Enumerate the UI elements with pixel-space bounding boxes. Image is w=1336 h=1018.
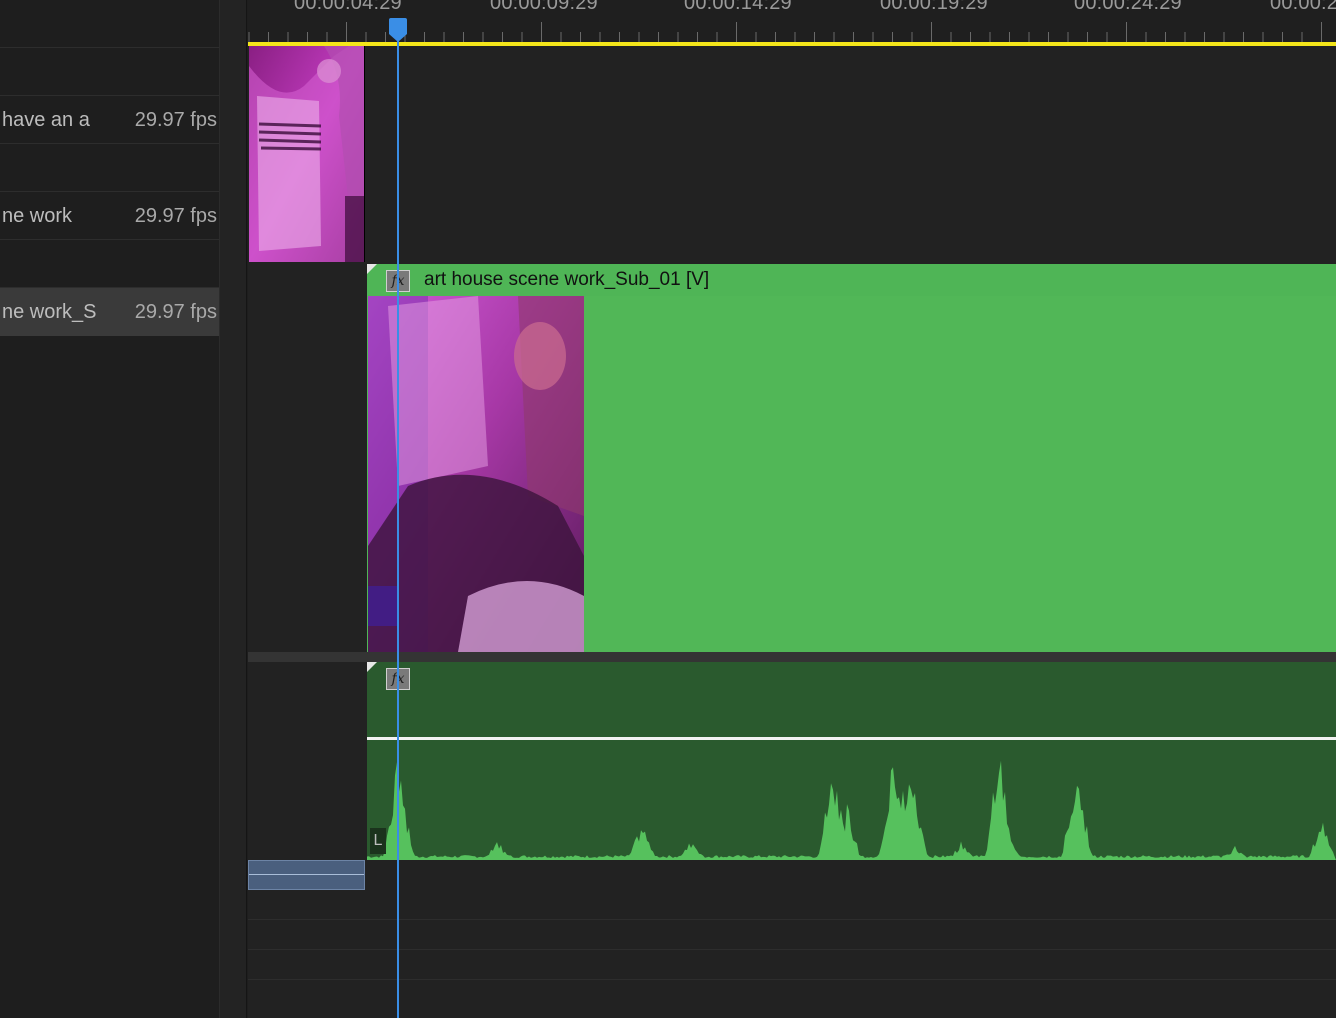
track-divider[interactable] [248, 652, 1336, 662]
clip-frame-image [249, 46, 364, 262]
clip-name-label: art house scene work_Sub_01 [V] [424, 269, 710, 290]
waveform-shape [367, 760, 1336, 860]
project-item-name: ne work [2, 205, 73, 227]
timecode-label: 00:00:09:29 [490, 0, 598, 14]
project-item-name: ne work_S [2, 301, 97, 323]
project-item-row[interactable] [0, 144, 219, 192]
graphic-clip[interactable] [248, 860, 365, 890]
timecode-label: 00:00:2 [1270, 0, 1336, 14]
audio-clip[interactable]: fx L [367, 662, 1336, 860]
empty-track[interactable] [248, 920, 1336, 950]
project-item-fps: 29.97 fps [134, 301, 217, 323]
empty-track[interactable] [248, 890, 1336, 920]
empty-track[interactable] [248, 950, 1336, 980]
project-item-row[interactable] [0, 0, 219, 48]
project-item-row[interactable] [0, 48, 219, 96]
project-item-row[interactable]: ne work 29.97 fps [0, 192, 219, 240]
project-item-fps: 29.97 fps [134, 109, 217, 131]
project-item-fps: 29.97 fps [134, 205, 217, 227]
project-item-name: have an a [2, 109, 90, 131]
project-item-row[interactable]: have an a 29.97 fps [0, 96, 219, 144]
video-clip-thumbnail [368, 296, 584, 652]
channel-label: L [370, 828, 386, 854]
timecode-label: 00:00:19:29 [880, 0, 988, 14]
work-area-bar[interactable] [248, 42, 1336, 46]
project-item-row[interactable] [0, 240, 219, 288]
clip-line [249, 874, 364, 875]
timecode-label: 00:00:24:29 [1074, 0, 1182, 14]
clip-frame-image [368, 296, 584, 652]
video-clip[interactable]: fx art house scene work_Sub_01 [V] [367, 264, 1336, 652]
video-clip-thumbnail[interactable] [249, 46, 365, 262]
project-item-row-selected[interactable]: ne work_S 29.97 fps [0, 288, 219, 336]
timeline-panel[interactable]: 00:00:04:29 00:00:09:29 00:00:14:29 00:0… [248, 0, 1336, 1018]
playhead-line[interactable] [397, 32, 399, 1018]
time-ruler[interactable]: 00:00:04:29 00:00:09:29 00:00:14:29 00:0… [248, 0, 1336, 42]
audio-waveform [367, 760, 1336, 860]
clip-header: fx art house scene work_Sub_01 [V] [367, 264, 1336, 296]
timecode-label: 00:00:14:29 [684, 0, 792, 14]
project-panel: have an a 29.97 fps ne work 29.97 fps ne… [0, 0, 219, 1018]
ruler-ticks [248, 22, 1322, 42]
timecode-label: 00:00:04:29 [294, 0, 402, 14]
clip-corner-marker [367, 264, 377, 274]
panel-divider[interactable] [219, 0, 247, 1018]
clip-corner-marker [367, 662, 377, 672]
playhead-handle[interactable] [387, 18, 409, 42]
